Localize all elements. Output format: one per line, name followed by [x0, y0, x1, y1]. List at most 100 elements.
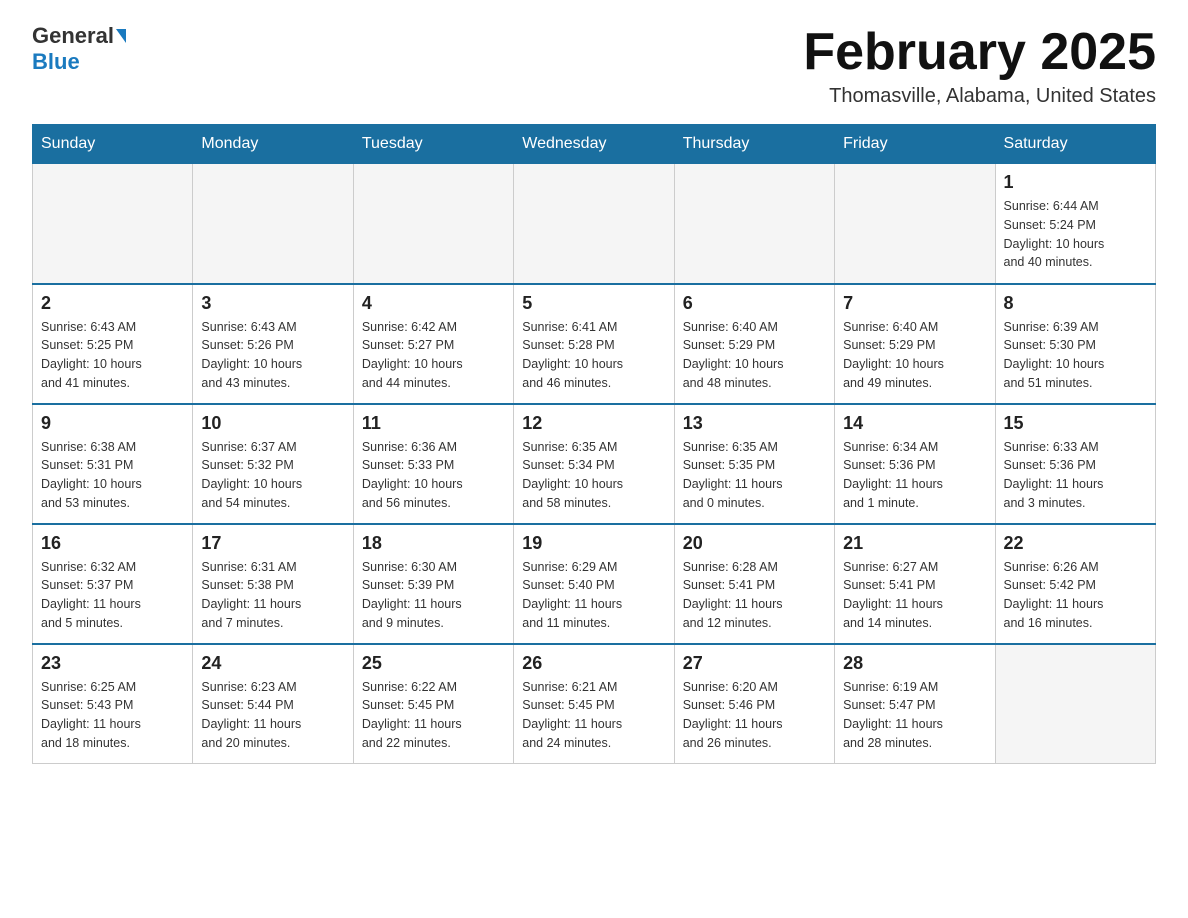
weekday-header-saturday: Saturday [995, 125, 1155, 164]
calendar-cell: 9 Sunrise: 6:38 AM Sunset: 5:31 PM Daylig… [33, 404, 193, 524]
weekday-header-tuesday: Tuesday [353, 125, 513, 164]
day-info: Sunrise: 6:41 AM Sunset: 5:28 PM Dayligh… [522, 318, 665, 393]
day-number: 10 [201, 413, 344, 434]
day-number: 9 [41, 413, 184, 434]
day-number: 18 [362, 533, 505, 554]
day-info: Sunrise: 6:31 AM Sunset: 5:38 PM Dayligh… [201, 558, 344, 633]
title-block: February 2025 Thomasville, Alabama, Unit… [803, 24, 1156, 108]
calendar-cell: 15 Sunrise: 6:33 AM Sunset: 5:36 PM Dayli… [995, 404, 1155, 524]
day-info: Sunrise: 6:26 AM Sunset: 5:42 PM Dayligh… [1004, 558, 1147, 633]
calendar-cell: 24 Sunrise: 6:23 AM Sunset: 5:44 PM Dayli… [193, 644, 353, 764]
calendar-cell: 1 Sunrise: 6:44 AM Sunset: 5:24 PM Daylig… [995, 164, 1155, 284]
calendar-cell [995, 644, 1155, 764]
day-info: Sunrise: 6:35 AM Sunset: 5:35 PM Dayligh… [683, 438, 826, 513]
calendar-cell: 26 Sunrise: 6:21 AM Sunset: 5:45 PM Dayli… [514, 644, 674, 764]
day-number: 12 [522, 413, 665, 434]
day-info: Sunrise: 6:25 AM Sunset: 5:43 PM Dayligh… [41, 678, 184, 753]
day-number: 1 [1004, 172, 1147, 193]
calendar-table: SundayMondayTuesdayWednesdayThursdayFrid… [32, 124, 1156, 764]
page-header: General Blue February 2025 Thomasville, … [32, 24, 1156, 108]
day-number: 22 [1004, 533, 1147, 554]
calendar-cell: 10 Sunrise: 6:37 AM Sunset: 5:32 PM Dayli… [193, 404, 353, 524]
day-number: 5 [522, 293, 665, 314]
calendar-cell [33, 164, 193, 284]
day-info: Sunrise: 6:40 AM Sunset: 5:29 PM Dayligh… [843, 318, 986, 393]
calendar-cell: 18Sunrise: 6:30 AM Sunset: 5:39 PM Dayli… [353, 524, 513, 644]
weekday-header-thursday: Thursday [674, 125, 834, 164]
day-info: Sunrise: 6:22 AM Sunset: 5:45 PM Dayligh… [362, 678, 505, 753]
calendar-cell: 3Sunrise: 6:43 AM Sunset: 5:26 PM Daylig… [193, 284, 353, 404]
day-number: 13 [683, 413, 826, 434]
weekday-header-monday: Monday [193, 125, 353, 164]
day-info: Sunrise: 6:44 AM Sunset: 5:24 PM Dayligh… [1004, 197, 1147, 272]
calendar-week-4: 16 Sunrise: 6:32 AM Sunset: 5:37 PM Dayli… [33, 524, 1156, 644]
day-number: 21 [843, 533, 986, 554]
calendar-cell [514, 164, 674, 284]
day-number: 17 [201, 533, 344, 554]
calendar-cell [353, 164, 513, 284]
day-number: 6 [683, 293, 826, 314]
calendar-cell: 11 Sunrise: 6:36 AM Sunset: 5:33 PM Dayli… [353, 404, 513, 524]
day-number: 7 [843, 293, 986, 314]
day-info: Sunrise: 6:37 AM Sunset: 5:32 PM Dayligh… [201, 438, 344, 513]
day-info: Sunrise: 6:39 AM Sunset: 5:30 PM Dayligh… [1004, 318, 1147, 393]
day-info: Sunrise: 6:27 AM Sunset: 5:41 PM Dayligh… [843, 558, 986, 633]
logo-general: General [32, 24, 114, 48]
calendar-cell: 20 Sunrise: 6:28 AM Sunset: 5:41 PM Dayli… [674, 524, 834, 644]
calendar-cell: 22 Sunrise: 6:26 AM Sunset: 5:42 PM Dayli… [995, 524, 1155, 644]
day-info: Sunrise: 6:32 AM Sunset: 5:37 PM Dayligh… [41, 558, 184, 633]
day-info: Sunrise: 6:33 AM Sunset: 5:36 PM Dayligh… [1004, 438, 1147, 513]
day-info: Sunrise: 6:20 AM Sunset: 5:46 PM Dayligh… [683, 678, 826, 753]
location: Thomasville, Alabama, United States [803, 85, 1156, 108]
calendar-cell: 23Sunrise: 6:25 AM Sunset: 5:43 PM Dayli… [33, 644, 193, 764]
calendar-cell: 17 Sunrise: 6:31 AM Sunset: 5:38 PM Dayli… [193, 524, 353, 644]
day-number: 26 [522, 653, 665, 674]
day-number: 8 [1004, 293, 1147, 314]
calendar-cell: 5 Sunrise: 6:41 AM Sunset: 5:28 PM Daylig… [514, 284, 674, 404]
day-info: Sunrise: 6:36 AM Sunset: 5:33 PM Dayligh… [362, 438, 505, 513]
day-number: 11 [362, 413, 505, 434]
day-info: Sunrise: 6:40 AM Sunset: 5:29 PM Dayligh… [683, 318, 826, 393]
calendar-cell: 28Sunrise: 6:19 AM Sunset: 5:47 PM Dayli… [835, 644, 995, 764]
day-info: Sunrise: 6:43 AM Sunset: 5:25 PM Dayligh… [41, 318, 184, 393]
calendar-cell: 14 Sunrise: 6:34 AM Sunset: 5:36 PM Dayli… [835, 404, 995, 524]
day-info: Sunrise: 6:34 AM Sunset: 5:36 PM Dayligh… [843, 438, 986, 513]
calendar-cell: 4Sunrise: 6:42 AM Sunset: 5:27 PM Daylig… [353, 284, 513, 404]
day-number: 15 [1004, 413, 1147, 434]
day-info: Sunrise: 6:28 AM Sunset: 5:41 PM Dayligh… [683, 558, 826, 633]
day-number: 25 [362, 653, 505, 674]
calendar-cell [193, 164, 353, 284]
calendar-cell: 8 Sunrise: 6:39 AM Sunset: 5:30 PM Daylig… [995, 284, 1155, 404]
calendar-cell: 21 Sunrise: 6:27 AM Sunset: 5:41 PM Dayli… [835, 524, 995, 644]
day-number: 2 [41, 293, 184, 314]
calendar-cell: 13 Sunrise: 6:35 AM Sunset: 5:35 PM Dayli… [674, 404, 834, 524]
logo-arrow-icon [116, 29, 126, 43]
day-number: 14 [843, 413, 986, 434]
logo-blue: Blue [32, 50, 80, 74]
calendar-week-3: 9 Sunrise: 6:38 AM Sunset: 5:31 PM Daylig… [33, 404, 1156, 524]
day-info: Sunrise: 6:35 AM Sunset: 5:34 PM Dayligh… [522, 438, 665, 513]
weekday-header-sunday: Sunday [33, 125, 193, 164]
day-number: 20 [683, 533, 826, 554]
calendar-cell: 2 Sunrise: 6:43 AM Sunset: 5:25 PM Daylig… [33, 284, 193, 404]
day-info: Sunrise: 6:29 AM Sunset: 5:40 PM Dayligh… [522, 558, 665, 633]
calendar-cell: 27 Sunrise: 6:20 AM Sunset: 5:46 PM Dayli… [674, 644, 834, 764]
day-info: Sunrise: 6:43 AM Sunset: 5:26 PM Dayligh… [201, 318, 344, 393]
calendar-week-1: 1 Sunrise: 6:44 AM Sunset: 5:24 PM Daylig… [33, 164, 1156, 284]
calendar-cell: 25 Sunrise: 6:22 AM Sunset: 5:45 PM Dayli… [353, 644, 513, 764]
calendar-cell [674, 164, 834, 284]
calendar-week-5: 23Sunrise: 6:25 AM Sunset: 5:43 PM Dayli… [33, 644, 1156, 764]
day-info: Sunrise: 6:23 AM Sunset: 5:44 PM Dayligh… [201, 678, 344, 753]
calendar-cell: 19Sunrise: 6:29 AM Sunset: 5:40 PM Dayli… [514, 524, 674, 644]
month-title: February 2025 [803, 24, 1156, 81]
calendar-cell: 7 Sunrise: 6:40 AM Sunset: 5:29 PM Daylig… [835, 284, 995, 404]
calendar-cell [835, 164, 995, 284]
day-info: Sunrise: 6:21 AM Sunset: 5:45 PM Dayligh… [522, 678, 665, 753]
day-info: Sunrise: 6:42 AM Sunset: 5:27 PM Dayligh… [362, 318, 505, 393]
day-number: 27 [683, 653, 826, 674]
day-number: 28 [843, 653, 986, 674]
day-info: Sunrise: 6:38 AM Sunset: 5:31 PM Dayligh… [41, 438, 184, 513]
day-number: 16 [41, 533, 184, 554]
day-number: 24 [201, 653, 344, 674]
calendar-cell: 16 Sunrise: 6:32 AM Sunset: 5:37 PM Dayli… [33, 524, 193, 644]
